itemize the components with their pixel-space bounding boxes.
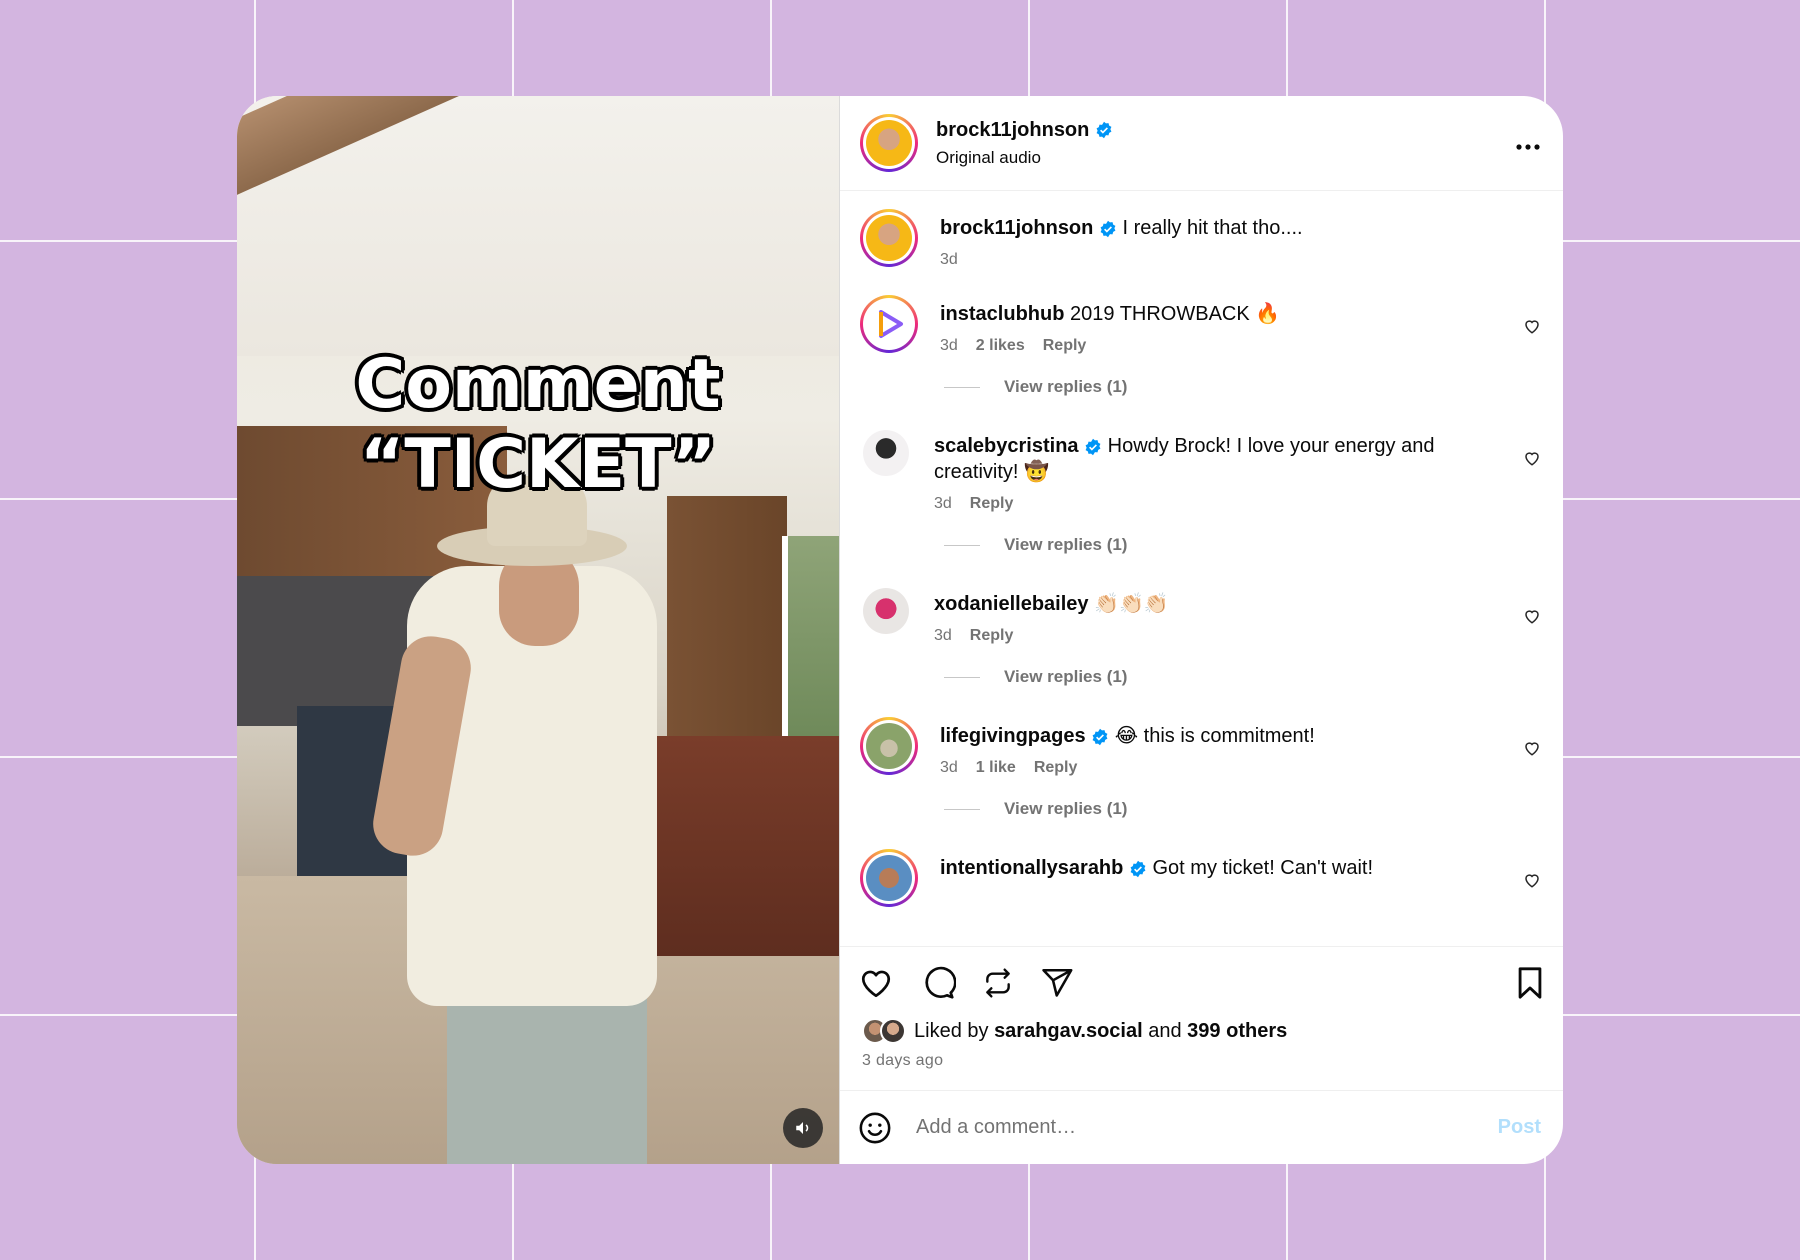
- post-comment-button[interactable]: Post: [1498, 1116, 1541, 1139]
- comment-time[interactable]: 3d: [940, 337, 958, 355]
- comment-username[interactable]: xodaniellebailey: [934, 593, 1089, 615]
- author-avatar[interactable]: [860, 114, 918, 172]
- liker-avatars[interactable]: [862, 1018, 906, 1044]
- bookmark-icon: [1518, 966, 1542, 999]
- comment-like-heart-icon[interactable]: [1523, 871, 1541, 889]
- comment-username[interactable]: intentionallysarahb: [940, 857, 1123, 879]
- comments-list[interactable]: brock11johnson I really hit that tho....…: [840, 191, 1563, 946]
- commenter-avatar[interactable]: [860, 717, 918, 775]
- post-card: Comment “TICKET” brock11johnson Original…: [237, 96, 1563, 1164]
- commenter-avatar[interactable]: [860, 849, 918, 907]
- more-options-button[interactable]: [1515, 126, 1541, 158]
- view-replies-button[interactable]: View replies (1): [944, 377, 1563, 397]
- comment-like-heart-icon[interactable]: [1523, 607, 1541, 625]
- comment-text: 2019 THROWBACK 🔥: [1070, 303, 1281, 325]
- view-replies-button[interactable]: View replies (1): [944, 535, 1563, 555]
- reply-button[interactable]: Reply: [1034, 759, 1078, 777]
- verified-badge-icon: [1092, 728, 1108, 745]
- caption-avatar[interactable]: [860, 209, 918, 267]
- comment-like-heart-icon[interactable]: [1523, 449, 1541, 467]
- video-overlay-text-line2: “TICKET”: [359, 425, 717, 504]
- comment-likes[interactable]: 1 like: [976, 759, 1016, 777]
- view-replies-label: View replies (1): [1004, 799, 1128, 818]
- speaker-icon: [796, 1122, 809, 1134]
- post-details-panel: brock11johnson Original audio brock11joh…: [840, 96, 1563, 1164]
- caption-text: I really hit that tho....: [1122, 217, 1303, 239]
- comment-item: instaclubhub 2019 THROWBACK 🔥 3d 2 likes…: [840, 295, 1563, 355]
- comment-input[interactable]: [916, 1116, 1498, 1139]
- liked-by-others[interactable]: 399 others: [1187, 1020, 1287, 1043]
- comment-time[interactable]: 3d: [934, 495, 952, 513]
- send-icon: [1042, 968, 1073, 997]
- like-button[interactable]: [858, 965, 894, 1001]
- reply-button[interactable]: Reply: [970, 495, 1014, 513]
- post-header: brock11johnson Original audio: [840, 96, 1563, 191]
- liked-by-and: and: [1148, 1019, 1182, 1042]
- likes-summary: Liked by sarahgav.social and 399 others: [840, 1018, 1563, 1044]
- repost-icon: [986, 967, 1010, 998]
- instaclubhub-logo-icon: [879, 310, 903, 338]
- comment-item: scalebycristina Howdy Brock! I love your…: [840, 427, 1563, 513]
- verified-badge-icon: [1085, 438, 1101, 455]
- repost-button[interactable]: [982, 967, 1014, 999]
- post-time[interactable]: 3 days ago: [840, 1044, 1563, 1070]
- verified-badge-icon: [1100, 220, 1116, 237]
- audio-label[interactable]: Original audio: [936, 148, 1113, 168]
- comment-like-heart-icon[interactable]: [1523, 317, 1541, 335]
- heart-icon: [861, 970, 891, 997]
- commenter-avatar[interactable]: [860, 427, 912, 479]
- comment-username[interactable]: lifegivingpages: [940, 725, 1086, 747]
- verified-badge-icon: [1130, 860, 1146, 877]
- view-replies-button[interactable]: View replies (1): [944, 799, 1563, 819]
- liked-by-user[interactable]: sarahgav.social: [994, 1020, 1143, 1043]
- emoji-button[interactable]: [858, 1111, 892, 1145]
- comment-item: xodaniellebailey 👏🏻👏🏻👏🏻 3d Reply: [840, 585, 1563, 645]
- caption-time[interactable]: 3d: [940, 251, 958, 269]
- view-replies-label: View replies (1): [1004, 535, 1128, 554]
- more-icon: [1516, 144, 1540, 150]
- comment-username[interactable]: instaclubhub: [940, 303, 1064, 325]
- add-comment-bar: Post: [840, 1090, 1563, 1164]
- comment-username[interactable]: scalebycristina: [934, 435, 1079, 457]
- liked-by-prefix: Liked by: [914, 1019, 989, 1042]
- comment-likes[interactable]: 2 likes: [976, 337, 1025, 355]
- comment-like-heart-icon[interactable]: [1523, 739, 1541, 757]
- share-button[interactable]: [1040, 966, 1074, 1000]
- comment-button[interactable]: [920, 965, 956, 1001]
- reply-button[interactable]: Reply: [1043, 337, 1087, 355]
- commenter-avatar[interactable]: [860, 295, 918, 353]
- reply-button[interactable]: Reply: [970, 627, 1014, 645]
- action-bar: [840, 946, 1563, 1018]
- author-username[interactable]: brock11johnson: [936, 119, 1089, 142]
- caption-username[interactable]: brock11johnson: [940, 217, 1093, 239]
- verified-badge-icon: [1096, 121, 1112, 139]
- comment-time[interactable]: 3d: [940, 759, 958, 777]
- caption: brock11johnson I really hit that tho....…: [840, 209, 1563, 269]
- view-replies-button[interactable]: View replies (1): [944, 667, 1563, 687]
- comment-text: 😂 this is commitment!: [1114, 725, 1315, 747]
- emoji-icon: [859, 1112, 891, 1143]
- view-replies-label: View replies (1): [1004, 377, 1128, 396]
- commenter-avatar[interactable]: [860, 585, 912, 637]
- sound-toggle-button[interactable]: [783, 1108, 823, 1148]
- comment-item: intentionallysarahb Got my ticket! Can't…: [840, 849, 1563, 907]
- save-button[interactable]: [1515, 966, 1545, 1000]
- comment-text: Got my ticket! Can't wait!: [1152, 857, 1374, 879]
- post-video[interactable]: Comment “TICKET”: [237, 96, 840, 1164]
- comment-time[interactable]: 3d: [934, 627, 952, 645]
- comment-text: 👏🏻👏🏻👏🏻: [1094, 593, 1169, 615]
- view-replies-label: View replies (1): [1004, 667, 1128, 686]
- comment-item: lifegivingpages 😂 this is commitment! 3d…: [840, 717, 1563, 777]
- video-overlay-text-line1: Comment: [355, 345, 721, 424]
- comment-bubble-icon: [925, 966, 956, 999]
